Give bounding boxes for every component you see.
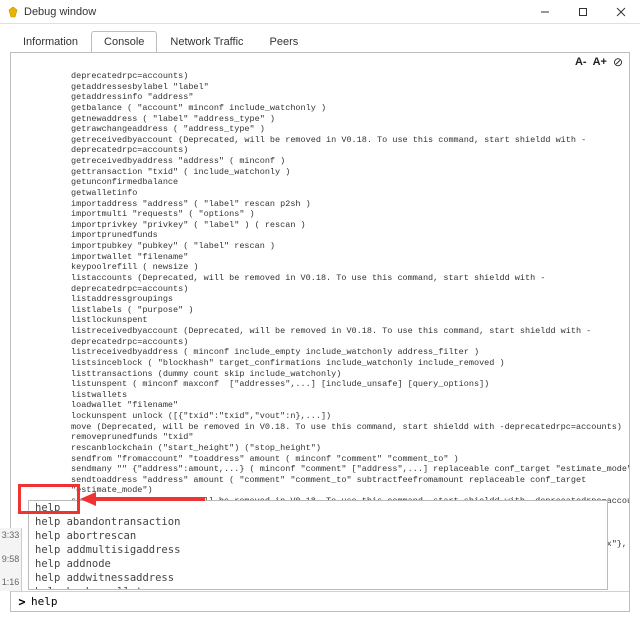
font-smaller-button[interactable]: A- xyxy=(575,56,587,68)
side-timestamps: 3:33 9:58 1:16 xyxy=(0,528,22,591)
autocomplete-item[interactable]: help xyxy=(29,501,607,515)
clear-console-button[interactable]: ⊘ xyxy=(613,55,623,69)
ts-3: 1:16 xyxy=(0,577,21,589)
console-input-row: > xyxy=(11,591,629,611)
ts-1: 3:33 xyxy=(0,530,21,542)
autocomplete-item[interactable]: help addnode xyxy=(29,557,607,571)
tab-console[interactable]: Console xyxy=(91,31,157,53)
close-button[interactable] xyxy=(602,0,640,24)
ts-2: 9:58 xyxy=(0,554,21,566)
autocomplete-item[interactable]: help addwitnessaddress xyxy=(29,571,607,585)
app-icon xyxy=(6,5,20,19)
autocomplete-item[interactable]: help backupwallet xyxy=(29,585,607,590)
maximize-button[interactable] xyxy=(564,0,602,24)
tab-peers[interactable]: Peers xyxy=(257,31,312,53)
tab-bar: Information Console Network Traffic Peer… xyxy=(0,24,640,52)
tab-network-traffic[interactable]: Network Traffic xyxy=(157,31,256,53)
minimize-button[interactable] xyxy=(526,0,564,24)
prompt-icon: > xyxy=(15,595,29,609)
titlebar: Debug window xyxy=(0,0,640,24)
window-title: Debug window xyxy=(24,6,96,18)
window-controls xyxy=(526,0,640,24)
autocomplete-dropdown[interactable]: helphelp abandontransactionhelp abortres… xyxy=(28,500,608,590)
console-input[interactable] xyxy=(29,593,625,610)
autocomplete-item[interactable]: help abandontransaction xyxy=(29,515,607,529)
font-larger-button[interactable]: A+ xyxy=(593,56,607,68)
autocomplete-item[interactable]: help abortrescan xyxy=(29,529,607,543)
tab-information[interactable]: Information xyxy=(10,31,91,53)
autocomplete-item[interactable]: help addmultisigaddress xyxy=(29,543,607,557)
console-toolbar: A- A+ ⊘ xyxy=(11,53,629,71)
